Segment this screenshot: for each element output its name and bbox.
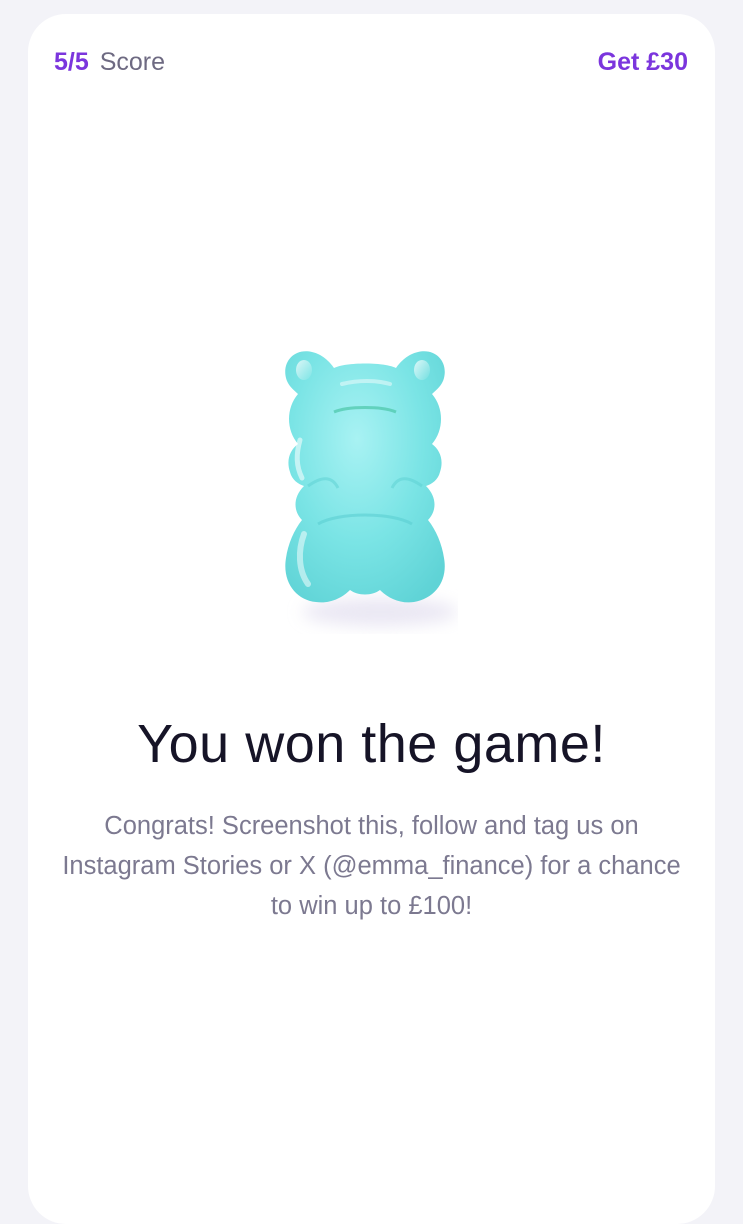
result-message: Congrats! Screenshot this, follow and ta… <box>62 812 681 920</box>
score-label: Score <box>99 48 166 76</box>
result-card: 5/5 Score Get £30 You won the game! Cong… <box>28 14 715 1224</box>
top-bar: 5/5 Score Get £30 <box>28 14 715 110</box>
score-value: 5/5 <box>54 48 89 76</box>
get-reward-button[interactable]: Get £30 <box>598 46 688 78</box>
score-indicator: 5/5 Score <box>54 46 165 78</box>
gummy-bear-icon <box>272 344 458 634</box>
result-title: You won the game! <box>137 714 606 774</box>
